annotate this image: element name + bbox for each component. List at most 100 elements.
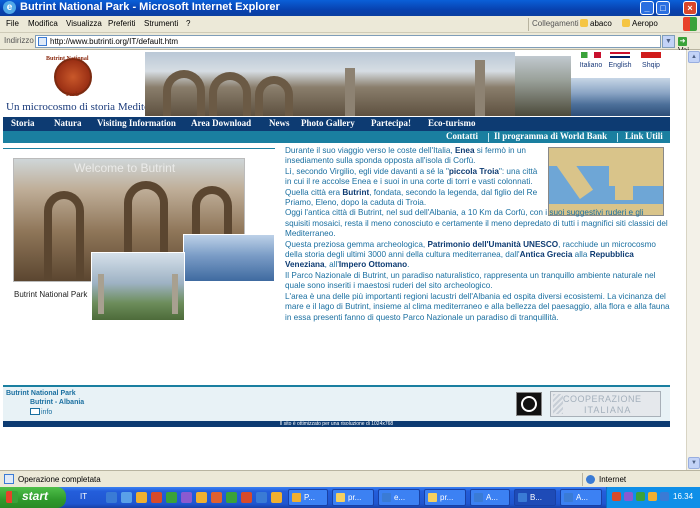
tray-icon[interactable] [624, 492, 633, 501]
lang-english[interactable]: English [606, 52, 634, 70]
go-arrow-icon: ➜ [678, 37, 687, 46]
left-panel-divider [3, 148, 275, 149]
quicklaunch-app-icon[interactable] [196, 492, 207, 503]
nav-news[interactable]: News [269, 118, 290, 128]
nav-eco-turismo[interactable]: Eco-turismo [428, 118, 476, 128]
task-icon [382, 493, 391, 502]
quicklaunch-app-icon[interactable] [271, 492, 282, 503]
quicklaunch-app-icon[interactable] [166, 492, 177, 503]
link-aeropo[interactable]: Aeropo [622, 19, 658, 28]
taskbar: start IT P... pr... e... pr... A... B...… [0, 487, 700, 508]
lang-italiano-label: Italiano [579, 62, 603, 69]
coop-line2: ITALIANA [584, 405, 632, 415]
nav-photo-gallery[interactable]: Photo Gallery [301, 118, 355, 128]
maximize-button[interactable]: □ [656, 1, 670, 15]
menu-file[interactable]: File [6, 19, 19, 28]
quicklaunch-app-icon[interactable] [181, 492, 192, 503]
cooperazione-italiana-logo[interactable]: COOPERAZIONE ITALIANA [550, 391, 661, 417]
quicklaunch-app-icon[interactable] [211, 492, 222, 503]
lang-english-label: English [608, 62, 632, 69]
site-footer: Butrint National Park Butrint - Albania … [3, 387, 670, 421]
column-shape [345, 68, 355, 116]
footer-info-link[interactable]: info [30, 408, 52, 416]
task-button[interactable]: pr... [332, 489, 374, 506]
link-aeropo-label: Aeropo [632, 19, 658, 28]
clock[interactable]: 16.34 [673, 492, 693, 501]
coop-stripes-icon [553, 394, 563, 414]
security-zone: Internet [582, 473, 698, 486]
task-button-active[interactable]: B... [514, 489, 556, 506]
tray-icon[interactable] [612, 492, 621, 501]
park-logo[interactable]: Butrint National Park [40, 56, 103, 98]
menu-strumenti[interactable]: Strumenti [144, 19, 178, 28]
tray-icon[interactable] [648, 492, 657, 501]
menu-modifica[interactable]: Modifica [28, 19, 58, 28]
subnav-separator [617, 133, 618, 142]
subnav-world-bank[interactable]: Il programma di World Bank [494, 131, 607, 141]
start-button[interactable]: start [0, 487, 66, 508]
task-button[interactable]: A... [470, 489, 510, 506]
world-bank-logo[interactable] [516, 392, 542, 416]
address-dropdown-button[interactable]: ▼ [662, 35, 675, 48]
vertical-scrollbar[interactable]: ▲ ▼ [686, 50, 700, 470]
lang-italiano[interactable]: Italiano [577, 52, 605, 70]
lang-shqip[interactable]: Shqip [637, 52, 665, 70]
language-indicator[interactable]: IT [80, 492, 87, 501]
nav-storia[interactable]: Storia [11, 118, 35, 128]
scroll-down-button[interactable]: ▼ [688, 457, 700, 469]
header-lake-photo [571, 78, 670, 116]
browser-viewport: Butrint National Park Un microcosmo di s… [0, 50, 700, 470]
pillar-shape [98, 274, 104, 314]
menu-visualizza[interactable]: Visualizza [66, 19, 102, 28]
ie-task-icon [518, 493, 527, 502]
quicklaunch-desktop-icon[interactable] [121, 492, 132, 503]
quicklaunch-folder-icon[interactable] [136, 492, 147, 503]
internet-zone-icon [586, 475, 595, 484]
minimize-button[interactable]: _ [640, 1, 654, 15]
status-bar: Operazione completata Internet [0, 470, 700, 487]
title-bar: e Butrint National Park - Microsoft Inte… [0, 0, 700, 16]
zone-text: Internet [599, 475, 627, 484]
page-icon [38, 37, 47, 46]
status-text: Operazione completata [18, 475, 101, 484]
mail-icon [30, 408, 40, 415]
quicklaunch-app-icon[interactable] [151, 492, 162, 503]
subnav-contatti[interactable]: Contatti [446, 131, 478, 141]
tray-icon[interactable] [636, 492, 645, 501]
link-abaco[interactable]: abaco [580, 19, 612, 28]
task-button[interactable]: e... [378, 489, 420, 506]
menu-bar: File Modifica Visualizza Preferiti Strum… [0, 16, 700, 33]
subnav-link-utili[interactable]: Link Utili [625, 131, 663, 141]
quicklaunch-app-icon[interactable] [226, 492, 237, 503]
nav-partecipa[interactable]: Partecipa! [371, 118, 411, 128]
flag-italy-icon [581, 52, 601, 58]
task-button[interactable]: pr... [424, 489, 466, 506]
collage-ghost-text: Welcome to Butrint [74, 161, 176, 175]
quicklaunch-app-icon[interactable] [241, 492, 252, 503]
link-abaco-label: abaco [590, 19, 612, 28]
close-button[interactable]: × [683, 1, 697, 15]
task-icon [474, 493, 483, 502]
quicklaunch-app-icon[interactable] [256, 492, 267, 503]
nav-natura[interactable]: Natura [54, 118, 82, 128]
nav-visiting-information[interactable]: Visiting Information [97, 118, 176, 128]
header-side-photo [515, 56, 571, 116]
task-button[interactable]: A... [560, 489, 602, 506]
menu-preferiti[interactable]: Preferiti [108, 19, 136, 28]
paragraph-virgilio: Lì, secondo Virgilio, egli vide davanti … [285, 166, 538, 187]
arch-shape [44, 191, 84, 281]
resolution-note: Il sito è ottimizzato per una risoluzion… [3, 421, 670, 427]
address-label: Indirizzo [4, 36, 34, 45]
task-button[interactable]: P... [288, 489, 328, 506]
menu-help[interactable]: ? [186, 19, 190, 28]
quicklaunch-ie-icon[interactable] [106, 492, 117, 503]
subnav-separator [488, 133, 489, 142]
internet-explorer-icon: e [3, 1, 16, 14]
flag-albania-icon [641, 52, 661, 58]
nav-area-download[interactable]: Area Download [191, 118, 251, 128]
tray-icon[interactable] [660, 492, 669, 501]
window-title: Butrint National Park - Microsoft Intern… [20, 1, 280, 13]
scroll-up-button[interactable]: ▲ [688, 51, 700, 63]
address-input[interactable]: http://www.butrinti.org/IT/default.htm [35, 35, 661, 48]
arch-shape [163, 70, 205, 116]
